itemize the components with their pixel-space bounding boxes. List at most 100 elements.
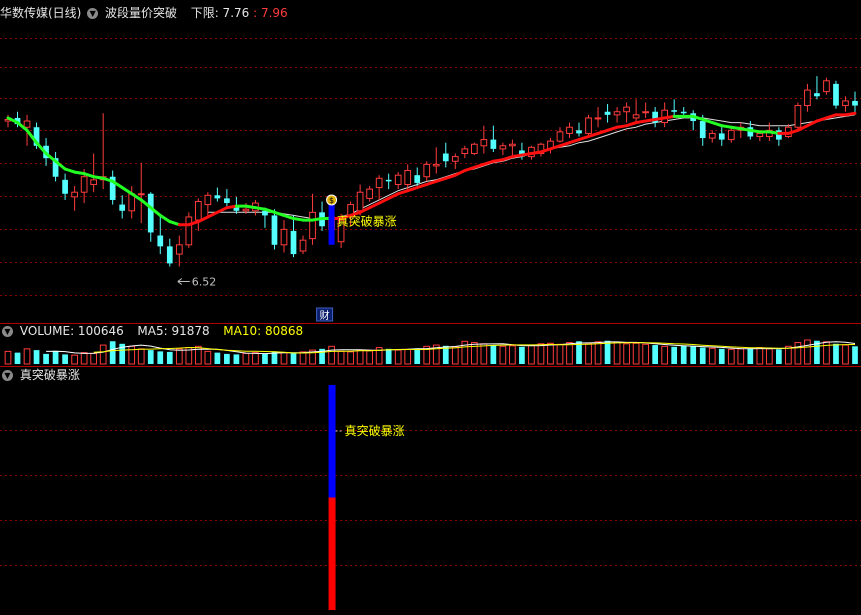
- candle-body: [23, 120, 31, 128]
- volume-bar: [99, 344, 107, 365]
- candle-body: [394, 174, 402, 185]
- trend-ma-segment: [453, 169, 467, 177]
- volume-bar: [71, 354, 78, 365]
- trend-ma-segment: [158, 213, 172, 224]
- volume-bar: [280, 352, 288, 365]
- candle-body: [727, 129, 735, 141]
- volume-bar: [480, 343, 488, 365]
- breakout-bar: [328, 204, 335, 245]
- volume-bar: [737, 348, 745, 365]
- trend-ma-segment: [406, 186, 419, 193]
- volume-bar: [147, 350, 154, 364]
- signal-bar-lower: [328, 497, 336, 610]
- volume-bar: [4, 350, 12, 365]
- volume-bar: [804, 339, 811, 365]
- volume-bar: [299, 351, 307, 365]
- volume-bar: [852, 346, 858, 364]
- candle-body: [671, 110, 678, 112]
- candle-body: [194, 200, 202, 221]
- trend-ma-segment: [272, 210, 286, 217]
- volume-bar: [328, 345, 335, 365]
- collapse-toggle-icon[interactable]: ▼: [87, 8, 99, 19]
- volume-bar: [52, 350, 59, 364]
- trend-ma-segment: [415, 182, 429, 190]
- volume-bar: [528, 344, 535, 365]
- candle-body: [585, 117, 592, 134]
- candle-body: [756, 132, 764, 138]
- trend-ma-segment: [596, 128, 610, 135]
- candle-body: [490, 139, 497, 149]
- candle-body: [699, 121, 706, 139]
- volume-bar: [642, 343, 649, 365]
- volume-bar: [252, 352, 259, 365]
- volume-toggle-icon[interactable]: ▼: [2, 326, 13, 337]
- candle-body: [375, 177, 383, 189]
- volume-bar: [414, 348, 421, 364]
- trend-ma-segment: [824, 113, 838, 120]
- candle-body: [461, 148, 469, 155]
- volume-bar: [556, 343, 564, 365]
- candle-body: [309, 211, 316, 240]
- trend-ma-segment: [843, 111, 857, 117]
- candle-body: [299, 239, 307, 252]
- chart-window: 6.52 $ 真突破暴涨财真突破暴涨 华数传媒(日线) ▼ 波段量价突破 下限: 7…: [0, 0, 861, 615]
- volume-bar: [699, 347, 706, 364]
- candle-body: [556, 131, 564, 142]
- trend-ma-segment: [463, 165, 476, 173]
- lower-limit-value: : 7.96: [253, 6, 288, 20]
- volume-bar: [385, 348, 392, 364]
- candle-body: [680, 111, 687, 114]
- volume-bar: [157, 351, 164, 364]
- candle-body: [604, 111, 611, 115]
- volume-bar: [490, 345, 497, 364]
- volume-bar: [337, 350, 345, 365]
- signal-toggle-icon[interactable]: ▼: [2, 370, 13, 381]
- breakout-label: 真突破暴涨: [337, 214, 397, 229]
- volume-bar: [80, 352, 88, 365]
- trend-ma-segment: [606, 125, 619, 132]
- volume-bar: [214, 352, 221, 364]
- candle-body: [366, 188, 373, 199]
- candle-body: [280, 228, 288, 246]
- volume-bar: [747, 348, 754, 364]
- volume-ma5: MA5: 91878: [137, 324, 210, 338]
- candle-body: [119, 204, 126, 211]
- volume-bar: [451, 346, 459, 365]
- volume-bar: [842, 344, 849, 365]
- volume-bar: [175, 348, 183, 365]
- trend-ma-segment: [625, 121, 638, 128]
- coin-icon-symbol: $: [329, 196, 334, 205]
- volume-bar: [519, 346, 525, 364]
- candle-body: [480, 139, 488, 147]
- volume-bar: [109, 341, 116, 364]
- trend-ma-segment: [805, 119, 819, 128]
- volume-ma10: MA10: 80868: [223, 324, 304, 338]
- indicator-name: 波段量价突破: [105, 6, 178, 20]
- volume-bar: [537, 343, 545, 365]
- volume-bar: [242, 352, 250, 365]
- volume-bar: [128, 345, 136, 365]
- volume-bar: [690, 346, 697, 364]
- candle-body: [356, 191, 364, 212]
- volume-panel-header: ▼ VOLUME: 100646 MA5: 91878 MA10: 80868: [0, 322, 303, 340]
- volume-bar: [356, 349, 364, 365]
- volume-bar: [262, 353, 268, 364]
- candle-body: [442, 153, 449, 162]
- volume-bar: [233, 354, 240, 364]
- candle-body: [804, 89, 811, 107]
- volume-bar: [765, 348, 773, 365]
- candle-body: [794, 105, 802, 128]
- volume-bar: [204, 350, 212, 365]
- volume-bar: [23, 348, 31, 365]
- candle-body: [414, 175, 421, 183]
- trend-ma-segment: [577, 135, 591, 142]
- volume-bar: [756, 347, 764, 365]
- candle-body: [423, 163, 431, 178]
- volume-bar: [785, 345, 792, 365]
- volume-bar: [680, 345, 687, 364]
- candle-body: [204, 194, 212, 206]
- trend-ma-segment: [558, 141, 571, 148]
- candle-body: [718, 133, 725, 140]
- trend-ma-segment: [815, 116, 828, 123]
- volume-bar: [585, 342, 592, 365]
